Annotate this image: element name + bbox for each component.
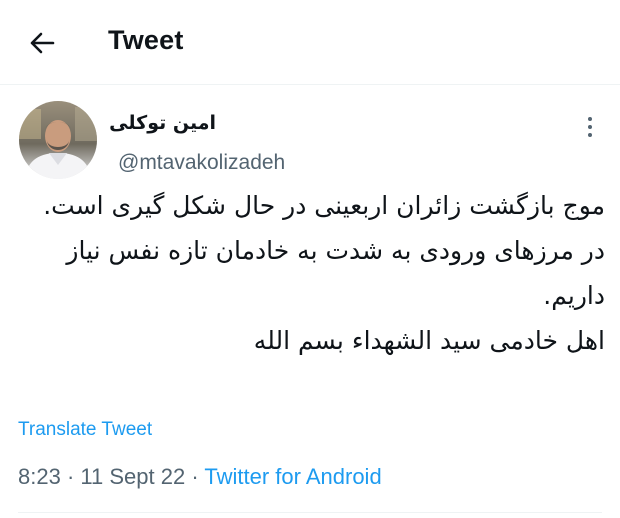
tweet-date[interactable]: 11 Sept 22 <box>80 464 185 489</box>
meta-separator: · <box>66 464 75 489</box>
meta-separator: · <box>191 464 199 489</box>
more-vertical-icon <box>588 117 592 137</box>
more-button[interactable] <box>580 112 600 142</box>
page-title: Tweet <box>108 25 184 55</box>
author-handle[interactable]: @mtavakolizadeh <box>118 151 285 175</box>
divider <box>18 512 602 513</box>
translate-tweet-link[interactable]: Translate Tweet <box>18 419 152 441</box>
back-button[interactable] <box>24 26 60 60</box>
arrow-left-icon <box>30 32 55 54</box>
tweet-text: موج بازگشت زائران اربعینی در حال شکل گیر… <box>43 191 605 355</box>
avatar[interactable] <box>19 101 97 179</box>
author-name[interactable]: امین توکلی <box>109 112 216 134</box>
tweet-source-link[interactable]: Twitter for Android <box>204 464 381 489</box>
tweet-time[interactable]: 8:23 <box>18 464 61 489</box>
header-bar: Tweet <box>0 0 620 85</box>
tweet-meta: 8:23 · 11 Sept 22 · Twitter for Android <box>18 464 382 490</box>
